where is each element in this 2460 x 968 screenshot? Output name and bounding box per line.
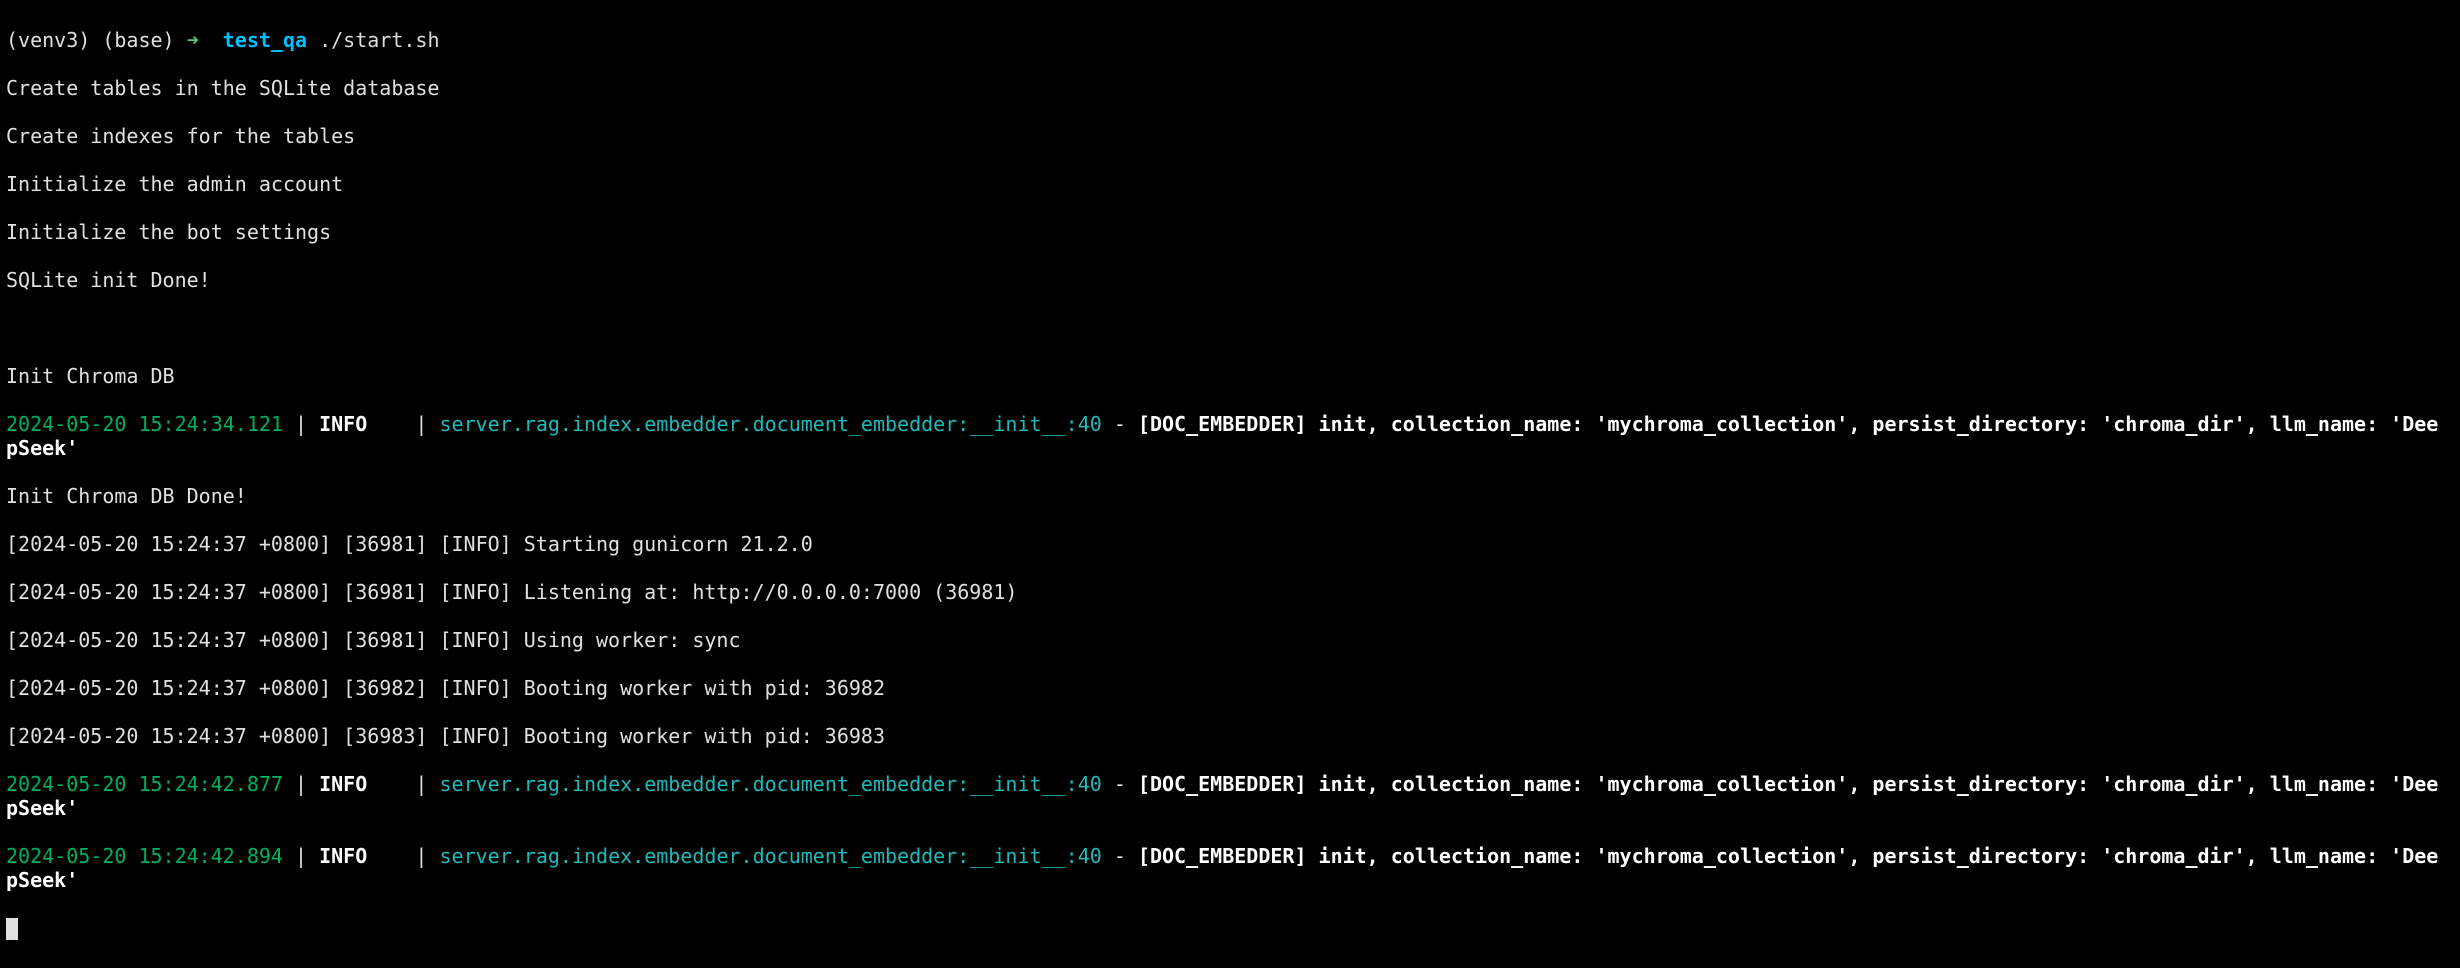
log-function: __init__ (969, 412, 1065, 436)
output-line: Init Chroma DB Done! (6, 484, 2442, 508)
log-entry: 2024-05-20 15:24:34.121 | INFO | server.… (6, 412, 2442, 460)
output-line: Initialize the admin account (6, 172, 2442, 196)
output-line: [2024-05-20 15:24:37 +0800] [36981] [INF… (6, 532, 2442, 556)
prompt-command: ./start.sh (307, 28, 439, 52)
output-line: [2024-05-20 15:24:37 +0800] [36983] [INF… (6, 724, 2442, 748)
log-level: INFO (319, 772, 367, 796)
log-colon: : (957, 772, 969, 796)
prompt-arrow-icon: ➜ (187, 28, 223, 52)
output-line: SQLite init Done! (6, 268, 2442, 292)
log-timestamp: 2024-05-20 15:24:42.877 (6, 772, 283, 796)
log-lineno: 40 (1078, 844, 1102, 868)
log-lineno: 40 (1078, 412, 1102, 436)
prompt-env: (venv3) (base) (6, 28, 187, 52)
log-colon: : (1066, 412, 1078, 436)
cursor-line[interactable] (6, 916, 2442, 940)
log-timestamp: 2024-05-20 15:24:42.894 (6, 844, 283, 868)
log-dash: - (1102, 412, 1138, 436)
log-colon: : (957, 844, 969, 868)
log-logger-name: server.rag.index.embedder.document_embed… (440, 412, 958, 436)
log-separator: | (283, 772, 319, 796)
prompt-directory: test_qa (223, 28, 307, 52)
log-entry: 2024-05-20 15:24:42.877 | INFO | server.… (6, 772, 2442, 820)
log-dash: - (1102, 844, 1138, 868)
log-separator: | (283, 412, 319, 436)
log-logger-name: server.rag.index.embedder.document_embed… (440, 772, 958, 796)
log-separator: | (367, 772, 439, 796)
log-colon: : (1066, 844, 1078, 868)
log-colon: : (957, 412, 969, 436)
output-line: [2024-05-20 15:24:37 +0800] [36982] [INF… (6, 676, 2442, 700)
output-line: Create indexes for the tables (6, 124, 2442, 148)
log-separator: | (367, 412, 439, 436)
output-line: [2024-05-20 15:24:37 +0800] [36981] [INF… (6, 580, 2442, 604)
output-line: Init Chroma DB (6, 364, 2442, 388)
log-level: INFO (319, 412, 367, 436)
output-line: [2024-05-20 15:24:37 +0800] [36981] [INF… (6, 628, 2442, 652)
log-function: __init__ (969, 844, 1065, 868)
cursor-icon (6, 918, 18, 940)
log-function: __init__ (969, 772, 1065, 796)
log-dash: - (1102, 772, 1138, 796)
log-entry: 2024-05-20 15:24:42.894 | INFO | server.… (6, 844, 2442, 892)
output-line: Create tables in the SQLite database (6, 76, 2442, 100)
prompt-line: (venv3) (base) ➜ test_qa ./start.sh (6, 28, 2442, 52)
log-separator: | (283, 844, 319, 868)
log-lineno: 40 (1078, 772, 1102, 796)
log-timestamp: 2024-05-20 15:24:34.121 (6, 412, 283, 436)
output-line: Initialize the bot settings (6, 220, 2442, 244)
terminal-output[interactable]: (venv3) (base) ➜ test_qa ./start.sh Crea… (0, 0, 2448, 968)
log-colon: : (1066, 772, 1078, 796)
log-logger-name: server.rag.index.embedder.document_embed… (440, 844, 958, 868)
log-level: INFO (319, 844, 367, 868)
log-separator: | (367, 844, 439, 868)
